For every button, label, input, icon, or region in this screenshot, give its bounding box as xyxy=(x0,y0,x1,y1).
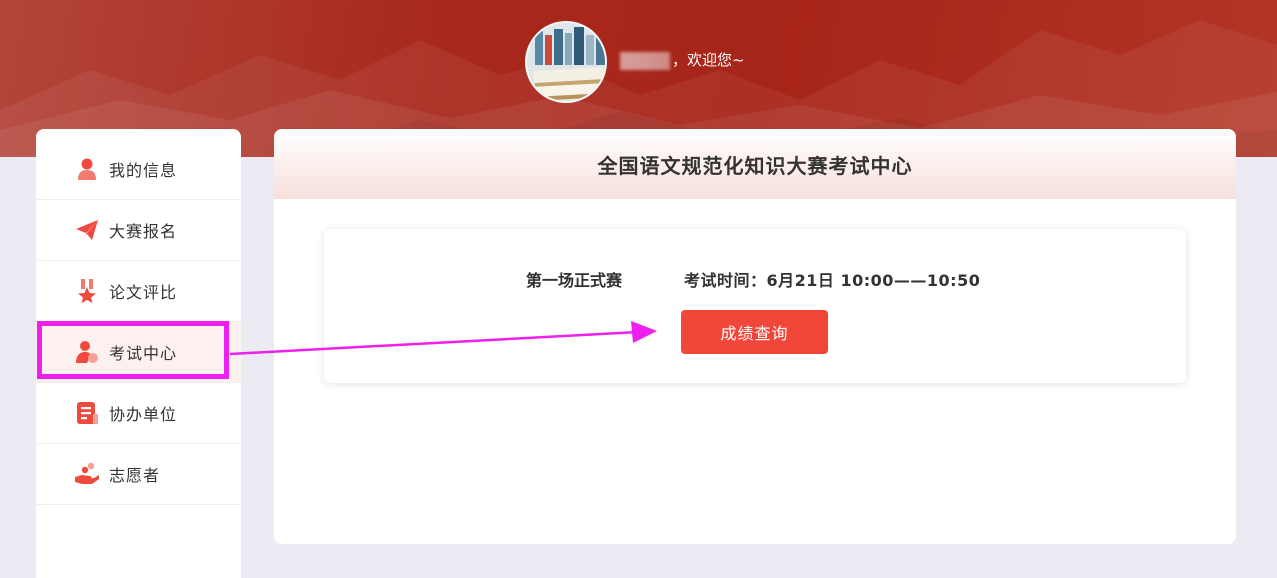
main-header: 全国语文规范化知识大赛考试中心 xyxy=(274,129,1236,199)
sidebar-item-co-organizers[interactable]: 协办单位 xyxy=(36,383,241,444)
document-list-icon xyxy=(77,402,98,424)
sidebar-item-label: 论文评比 xyxy=(109,283,178,302)
sidebar-item-volunteers[interactable]: 志愿者 xyxy=(36,444,241,505)
sidebar-item-label: 我的信息 xyxy=(109,161,178,180)
sidebar-item-label: 协办单位 xyxy=(109,405,178,424)
paper-plane-icon xyxy=(76,220,98,240)
main-panel: 全国语文规范化知识大赛考试中心 第一场正式赛 考试时间：6月21日 10:00—… xyxy=(274,129,1236,544)
sidebar-item-papers[interactable]: 论文评比 xyxy=(36,261,241,322)
sidebar-item-label: 志愿者 xyxy=(109,466,161,485)
sidebar: 我的信息 大赛报名 论文评比 考试中心 协办单位 志愿者 xyxy=(36,129,241,578)
exam-time: 考试时间：6月21日 10:00——10:50 xyxy=(684,271,981,290)
user-icon xyxy=(78,158,96,180)
exam-name: 第一场正式赛 xyxy=(526,271,623,290)
sidebar-item-exam-center[interactable]: 考试中心 xyxy=(36,322,241,383)
sidebar-item-my-info[interactable]: 我的信息 xyxy=(36,139,241,200)
score-query-button[interactable]: 成绩查询 xyxy=(681,310,828,354)
helping-hand-icon xyxy=(75,462,99,484)
sidebar-item-registration[interactable]: 大赛报名 xyxy=(36,200,241,261)
welcome-text: ，欢迎您~ xyxy=(672,51,745,69)
sidebar-item-label: 考试中心 xyxy=(109,344,178,363)
exam-user-icon xyxy=(76,341,98,363)
avatar[interactable] xyxy=(525,21,607,103)
page-title: 全国语文规范化知识大赛考试中心 xyxy=(597,153,913,178)
medal-icon xyxy=(78,279,96,303)
exam-card: 第一场正式赛 考试时间：6月21日 10:00——10:50 成绩查询 xyxy=(324,229,1186,383)
sidebar-item-label: 大赛报名 xyxy=(109,222,178,241)
username-blurred xyxy=(620,52,670,70)
